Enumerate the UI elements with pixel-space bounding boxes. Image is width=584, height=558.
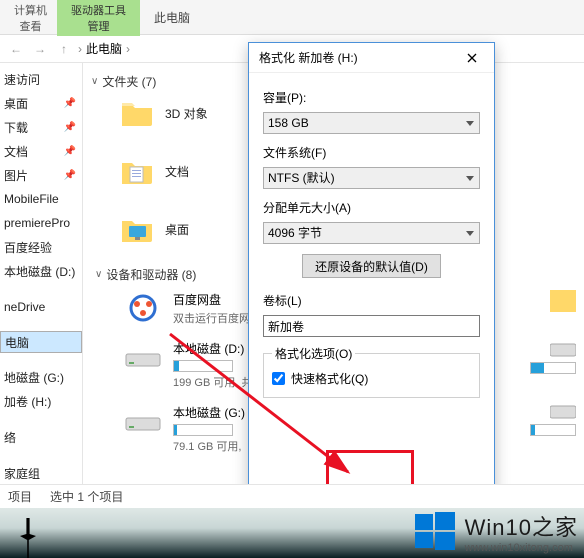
drive-icon: [550, 404, 576, 420]
pin-icon: 📌: [64, 98, 76, 109]
dialog-title: 格式化 新加卷 (H:): [259, 49, 358, 66]
nav-sidebar: 速访问 桌面📌 下载📌 文档📌 图片📌 MobileFile premiereP…: [0, 63, 83, 493]
drive-icon: [123, 406, 163, 436]
folder-icon: [119, 214, 155, 244]
ribbon-tab-drivetools[interactable]: 驱动器工具 管理: [57, 0, 140, 36]
capacity-bar: [173, 424, 233, 436]
sidebar-item-baidu[interactable]: 百度经验: [0, 235, 82, 259]
ribbon-tab-computer[interactable]: 计算机 查看: [4, 0, 57, 36]
nav-forward-icon[interactable]: →: [30, 39, 50, 59]
filesystem-label: 文件系统(F): [263, 144, 480, 161]
baidu-icon: [123, 293, 163, 323]
nav-up-icon[interactable]: ↑: [54, 39, 74, 59]
windows-logo-icon: [413, 510, 457, 554]
ribbon-tab-label: 管理: [88, 18, 110, 34]
sidebar-item-pictures[interactable]: 图片📌: [0, 163, 82, 187]
status-items: 项目: [8, 488, 32, 505]
close-button[interactable]: [458, 47, 486, 69]
folder-3dobjects[interactable]: 3D 对象: [119, 98, 208, 128]
capacity-label: 容量(P):: [263, 89, 480, 106]
breadcrumb[interactable]: › 此电脑 ›: [78, 40, 130, 57]
sidebar-item-drive-d[interactable]: 本地磁盘 (D:): [0, 259, 82, 283]
watermark-title: Win10之家: [465, 510, 578, 542]
volume-label: 卷标(L): [263, 292, 480, 309]
sidebar-item-desktop[interactable]: 桌面📌: [0, 91, 82, 115]
pin-icon: 📌: [64, 146, 76, 157]
watermark-url: www.win10xitong.com: [465, 542, 578, 554]
capacity-select[interactable]: 158 GB: [263, 112, 480, 134]
folder-icon: [550, 290, 576, 312]
volume-input[interactable]: [263, 315, 480, 337]
breadcrumb-root: 此电脑: [86, 40, 122, 57]
chevron-right-icon: ›: [126, 42, 130, 56]
folder-desktop[interactable]: 桌面: [119, 214, 208, 244]
sidebar-item-documents[interactable]: 文档📌: [0, 139, 82, 163]
restore-defaults-button[interactable]: 还原设备的默认值(D): [302, 254, 441, 278]
chevron-down-icon: ∨: [95, 269, 102, 280]
quick-format-checkbox[interactable]: 快速格式化(Q): [272, 370, 471, 387]
sidebar-item-downloads[interactable]: 下载📌: [0, 115, 82, 139]
drive-icon: [550, 342, 576, 358]
folder-icon: [119, 156, 155, 186]
ribbon-tab-label: 驱动器工具: [71, 2, 126, 18]
allocation-select[interactable]: 4096 字节: [263, 222, 480, 244]
right-drive-peek: [530, 290, 576, 436]
chevron-right-icon: ›: [78, 42, 82, 56]
status-selection: 选中 1 个项目: [50, 488, 123, 505]
sidebar-item-homegroup[interactable]: 家庭组: [0, 461, 82, 485]
ribbon-tab-label: 查看: [20, 18, 42, 34]
allocation-label: 分配单元大小(A): [263, 199, 480, 216]
window-title: 此电脑: [140, 0, 204, 35]
folder-icon: [119, 98, 155, 128]
sidebar-item-onedrive[interactable]: neDrive: [0, 295, 82, 319]
chevron-down-icon: ∨: [91, 76, 98, 87]
sidebar-item-network[interactable]: 络: [0, 425, 82, 449]
close-icon: [467, 53, 477, 63]
sidebar-item-drive-h[interactable]: 加卷 (H:): [0, 389, 82, 413]
format-dialog: 格式化 新加卷 (H:) 容量(P): 158 GB 文件系统(F) NTFS …: [248, 42, 495, 552]
sidebar-item-premierepro[interactable]: premierePro: [0, 211, 82, 235]
capacity-bar: [173, 360, 233, 372]
status-bar: 项目 选中 1 个项目: [0, 484, 584, 508]
nav-back-icon[interactable]: ←: [6, 39, 26, 59]
pin-icon: 📌: [64, 122, 76, 133]
sidebar-item-quickaccess[interactable]: 速访问: [0, 67, 82, 91]
sidebar-item-drive-g[interactable]: 地磁盘 (G:): [0, 365, 82, 389]
dialog-titlebar[interactable]: 格式化 新加卷 (H:): [249, 43, 494, 73]
quick-format-checkbox-input[interactable]: [272, 372, 285, 385]
folder-documents[interactable]: 文档: [119, 156, 208, 186]
ribbon: 计算机 查看 驱动器工具 管理 此电脑: [0, 0, 584, 35]
pin-icon: 📌: [64, 170, 76, 181]
filesystem-select[interactable]: NTFS (默认): [263, 167, 480, 189]
drive-icon: [123, 342, 163, 372]
watermark: Win10之家 www.win10xitong.com: [413, 510, 578, 554]
format-options-group: 格式化选项(O) 快速格式化(Q): [263, 345, 480, 398]
ribbon-tab-label: 计算机: [14, 2, 47, 18]
sidebar-item-mobilefile[interactable]: MobileFile: [0, 187, 82, 211]
sidebar-item-thispc[interactable]: 电脑: [0, 331, 82, 353]
